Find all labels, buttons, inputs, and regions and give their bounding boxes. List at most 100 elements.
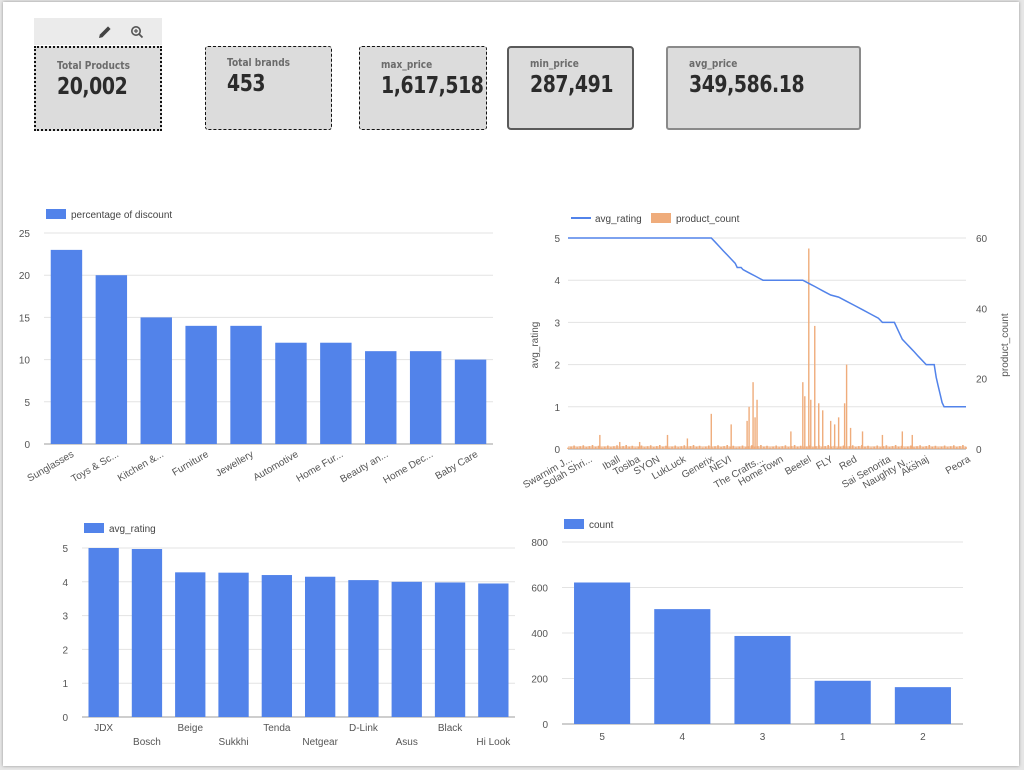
y-tick-label: 0	[24, 440, 30, 451]
y2-tick-label: 60	[976, 234, 988, 245]
bar	[348, 580, 379, 717]
legend-label: avg_rating	[109, 524, 156, 535]
y-tick-label: 4	[62, 578, 68, 589]
x-tick-label: Beetel	[783, 454, 813, 478]
x-tick-label: Tenda	[263, 723, 291, 734]
kpi-total-products[interactable]: Total Products 20,002	[34, 46, 162, 131]
y-tick-label: 2	[62, 645, 68, 656]
y-tick-label: 3	[62, 612, 68, 623]
bar	[478, 583, 509, 717]
bar	[95, 275, 128, 444]
x-tick-label: 5	[599, 732, 605, 743]
y-tick-label: 400	[531, 629, 548, 640]
y2-tick-label: 40	[976, 304, 988, 315]
kpi-max-price[interactable]: max_price 1,617,518	[359, 46, 487, 130]
bar	[654, 609, 711, 724]
bar	[304, 576, 336, 717]
y-tick-label: 1	[62, 679, 68, 690]
y-tick-label: 5	[24, 398, 30, 409]
kpi-label: Total Products	[57, 59, 130, 72]
y-tick-label: 4	[554, 276, 560, 287]
x-tick-label: Toys & Sc...	[70, 449, 121, 485]
kpi-value: 287,491	[530, 72, 614, 98]
y-axis-label: avg_rating	[530, 322, 541, 369]
legend-label: product_count	[676, 214, 740, 225]
bar	[454, 359, 487, 444]
x-tick-label: FLY	[814, 454, 835, 472]
legend-swatch	[651, 213, 671, 223]
y-tick-label: 600	[531, 584, 548, 595]
avg-rating-by-brand-chart: 0 1 2 3 4 5 avg_rating JDX Bosch Beige Sukkhi Tenda…	[62, 523, 515, 748]
bar	[365, 351, 397, 444]
x-tick-label: Sukkhi	[219, 737, 249, 748]
kpi-label: max_price	[381, 58, 433, 71]
x-tick-label: Baby Care	[434, 449, 481, 482]
x-tick-label: D-Link	[349, 723, 379, 734]
kpi-avg-price[interactable]: avg_price 349,586.18	[666, 46, 861, 130]
chart-toolbar	[34, 18, 162, 45]
bar	[50, 249, 83, 444]
kpi-label: Total brands	[227, 56, 291, 69]
bar	[88, 548, 119, 717]
x-tick-label: Red	[838, 454, 859, 473]
y-tick-label: 25	[19, 229, 31, 240]
bar	[218, 572, 249, 717]
x-tick-label: Black	[438, 723, 463, 734]
x-tick-label: JDX	[94, 723, 113, 734]
x-tick-label: Bosch	[133, 737, 161, 748]
bar	[409, 351, 442, 444]
kpi-value: 20,002	[57, 74, 128, 100]
pencil-icon[interactable]	[96, 23, 114, 41]
y-tick-label: 2	[554, 361, 560, 372]
bar	[261, 575, 293, 717]
bar	[391, 581, 422, 717]
kpi-min-price[interactable]: min_price 287,491	[507, 46, 634, 130]
x-tick-label: Automotive	[252, 449, 301, 484]
x-tick-label: Jewellery	[214, 449, 256, 479]
y-tick-label: 20	[19, 271, 31, 282]
kpi-value: 349,586.18	[689, 72, 805, 98]
legend-swatch	[564, 519, 584, 529]
bar	[320, 342, 352, 444]
legend-swatch	[84, 523, 104, 533]
y-tick-label: 200	[531, 675, 548, 686]
bar	[131, 549, 163, 717]
bar	[140, 317, 172, 444]
legend-swatch	[46, 209, 66, 219]
x-tick-label: Netgear	[302, 737, 338, 748]
kpi-value: 1,617,518	[381, 73, 484, 99]
bar	[275, 342, 307, 444]
bar	[574, 582, 631, 724]
kpi-value: 453	[227, 71, 266, 97]
y-tick-label: 1	[554, 403, 560, 414]
x-tick-label: Home Fur...	[295, 449, 346, 485]
bar	[434, 582, 466, 717]
y-tick-label: 5	[62, 544, 68, 555]
bar	[230, 325, 262, 444]
bar	[185, 325, 217, 444]
kpi-label: avg_price	[689, 57, 738, 70]
y-tick-label: 10	[19, 356, 31, 367]
x-tick-label: Peora	[944, 454, 973, 477]
y2-tick-label: 20	[976, 375, 988, 386]
y-tick-label: 800	[531, 538, 548, 549]
y-tick-label: 15	[19, 313, 31, 324]
legend-label: count	[589, 520, 614, 531]
kpi-label: min_price	[530, 57, 579, 70]
x-tick-label: Kitchen &...	[116, 449, 166, 484]
product-count-baseline	[568, 446, 966, 449]
y2-axis-label: product_count	[1000, 313, 1011, 377]
legend-label: percentage of discount	[71, 210, 172, 221]
legend-label: avg_rating	[595, 214, 642, 225]
zoom-icon[interactable]	[128, 23, 146, 41]
y-tick-label: 0	[62, 713, 68, 724]
x-tick-label: 1	[840, 732, 846, 743]
x-tick-label: Beige	[177, 723, 203, 734]
x-tick-label: Furniture	[170, 449, 211, 479]
x-tick-label: Asus	[396, 737, 418, 748]
bar	[894, 687, 951, 724]
kpi-total-brands[interactable]: Total brands 453	[205, 46, 332, 130]
x-tick-label: Sunglasses	[26, 449, 76, 484]
x-tick-label: Home Dec...	[382, 449, 436, 486]
x-tick-label: 3	[760, 732, 766, 743]
